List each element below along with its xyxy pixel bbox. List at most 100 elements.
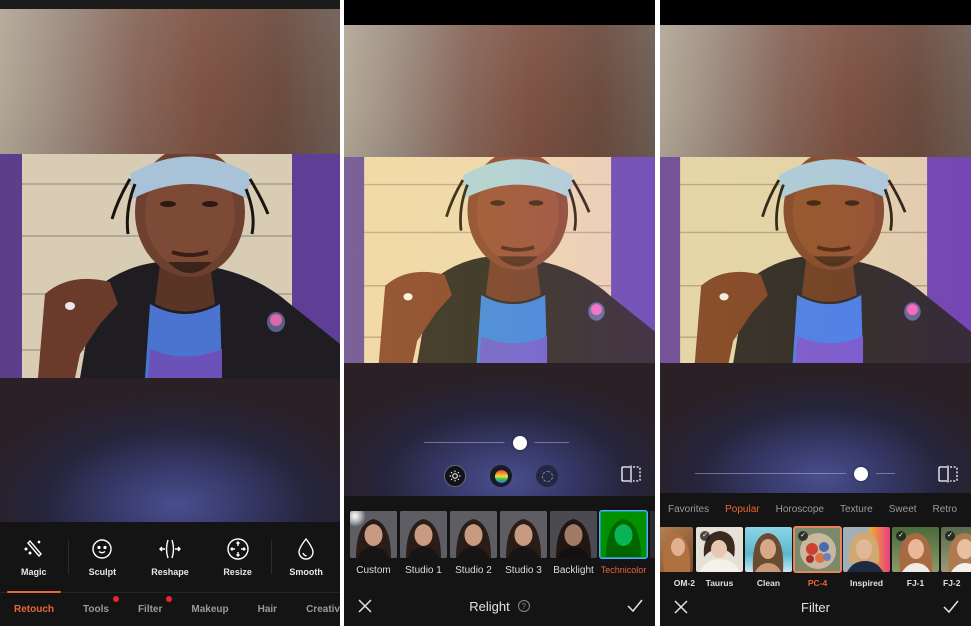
mode-color-button[interactable] <box>490 465 512 487</box>
resize-icon <box>226 538 249 560</box>
filter-fj-1[interactable]: ✓ FJ-1 <box>892 527 939 588</box>
filter-taurus[interactable]: ✓ Taurus <box>696 527 743 588</box>
filter-panel: Favorites Popular Horoscope Texture Swee… <box>660 0 971 626</box>
photo-canvas[interactable] <box>660 157 971 363</box>
filter-thumbnail <box>843 527 890 572</box>
tab-texture[interactable]: Texture <box>840 504 873 515</box>
tab-label: Creative <box>306 604 340 615</box>
tool-resize[interactable]: Resize <box>204 537 272 577</box>
tab-label: Retouch <box>14 604 54 615</box>
next-preset-peek <box>650 511 655 558</box>
tab-label: Tools <box>83 604 109 615</box>
preset-studio-2[interactable]: Studio 2 <box>450 511 497 576</box>
preset-thumbnail <box>550 511 597 558</box>
tab-creative[interactable]: Creative <box>306 604 340 615</box>
mode-ring-button[interactable] <box>536 465 558 487</box>
droplet-icon <box>298 537 314 560</box>
tab-favorites[interactable]: Favorites <box>668 504 709 515</box>
mode-brightness-button[interactable] <box>444 465 466 487</box>
retouch-panel: Magic Sculpt Reshape Resize Smooth Retou… <box>0 0 340 626</box>
tool-label: Resize <box>223 567 252 577</box>
notification-dot <box>166 596 173 602</box>
tab-label: Filter <box>137 604 163 615</box>
checkmark-icon[interactable] <box>627 599 643 613</box>
relight-presets: Custom Studio 1 Studio 2 Studio 3 Backli… <box>344 496 655 586</box>
compare-icon[interactable] <box>937 465 959 483</box>
preset-thumbnail <box>450 511 497 558</box>
filter-inspired[interactable]: Inspired <box>843 527 890 588</box>
slider-knob[interactable] <box>854 467 868 481</box>
intensity-slider[interactable] <box>424 436 569 450</box>
help-icon[interactable]: ? <box>517 600 530 612</box>
status-bar <box>0 0 340 9</box>
blurred-background-bottom <box>0 378 340 522</box>
close-icon[interactable] <box>358 599 372 613</box>
favorite-check-icon: ✓ <box>945 531 955 541</box>
light-mode-buttons <box>444 465 558 487</box>
photo-canvas[interactable] <box>0 154 340 378</box>
title-text: Relight <box>469 598 510 614</box>
rainbow-icon <box>494 469 508 483</box>
filter-fj-2[interactable]: ✓ FJ-2 <box>941 527 971 588</box>
close-icon[interactable] <box>674 600 688 614</box>
preset-thumbnail <box>500 511 547 558</box>
retouch-tools: Magic Sculpt Reshape Resize Smooth <box>0 522 340 592</box>
tab-label: Makeup <box>191 604 229 615</box>
preset-thumbnail <box>350 511 397 558</box>
preset-studio-1[interactable]: Studio 1 <box>400 511 447 576</box>
preset-custom[interactable]: Custom <box>350 511 397 576</box>
tab-retouch[interactable]: Retouch <box>7 591 61 615</box>
tool-label: Smooth <box>289 567 323 577</box>
preset-thumbnail <box>599 510 648 559</box>
tool-label: Sculpt <box>88 567 117 577</box>
preset-technicolor[interactable]: Technicolor <box>599 510 648 575</box>
filter-thumbnail <box>660 527 693 572</box>
portrait-photo <box>0 154 340 378</box>
status-bar <box>344 0 655 25</box>
reshape-icon <box>158 539 181 559</box>
tool-magic[interactable]: Magic <box>0 537 68 577</box>
tool-smooth[interactable]: Smooth <box>272 537 340 577</box>
slider-knob[interactable] <box>512 436 527 450</box>
preset-studio-3[interactable]: Studio 3 <box>500 511 547 576</box>
blurred-background-top <box>0 9 340 154</box>
ring-icon <box>541 470 553 482</box>
filter-intensity-slider[interactable] <box>695 467 895 481</box>
preset-thumbnail <box>400 511 447 558</box>
magic-wand-icon <box>24 539 42 558</box>
filter-label: FJ-2 <box>943 578 961 588</box>
sun-icon <box>449 470 461 482</box>
favorite-check-icon: ✓ <box>700 531 710 541</box>
filter-overlay <box>660 157 971 363</box>
preset-backlight[interactable]: Backlight <box>550 511 597 576</box>
filter-thumbnail <box>745 527 792 572</box>
filter-thumbnail: ✓ <box>696 527 743 572</box>
tool-reshape[interactable]: Reshape <box>136 537 204 577</box>
tool-label: Reshape <box>151 567 189 577</box>
tab-horoscope[interactable]: Horoscope <box>776 504 824 515</box>
tab-tools[interactable]: Tools <box>83 596 119 615</box>
title-text: Filter <box>801 599 830 615</box>
checkmark-icon[interactable] <box>943 600 959 614</box>
filter-thumbnail: ✓ <box>793 526 842 573</box>
favorite-check-icon: ✓ <box>896 531 906 541</box>
tab-sweet[interactable]: Sweet <box>889 504 917 515</box>
relight-panel: Custom Studio 1 Studio 2 Studio 3 Backli… <box>344 0 655 626</box>
favorite-check-icon: ✓ <box>798 531 808 541</box>
status-bar <box>660 0 971 25</box>
compare-icon[interactable] <box>620 465 642 483</box>
tab-hair[interactable]: Hair <box>258 604 277 615</box>
tab-popular[interactable]: Popular <box>725 504 759 515</box>
notification-dot <box>112 596 119 602</box>
tool-sculpt[interactable]: Sculpt <box>69 537 137 577</box>
blurred-background-top <box>660 25 971 157</box>
tab-makeup[interactable]: Makeup <box>191 604 228 615</box>
filter-om-2[interactable]: OM-2 <box>660 527 695 588</box>
relight-overlay <box>344 157 655 363</box>
photo-canvas[interactable] <box>344 157 655 363</box>
tab-retro[interactable]: Retro <box>933 504 957 515</box>
filter-pc-4[interactable]: ✓ PC-4 <box>793 526 842 588</box>
filter-title: Filter <box>801 600 830 615</box>
tab-filter[interactable]: Filter <box>137 596 173 615</box>
filter-clean[interactable]: Clean <box>745 527 792 588</box>
